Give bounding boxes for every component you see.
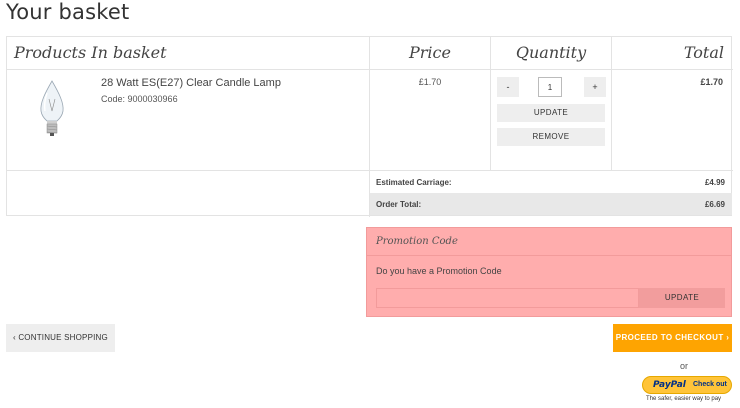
header-total: Total	[683, 43, 724, 62]
header-products: Products In basket	[14, 43, 167, 62]
remove-item-button[interactable]: REMOVE	[497, 128, 605, 146]
page-title: Your basket	[6, 0, 130, 24]
paypal-checkout-button[interactable]: PayPal Check out	[642, 376, 732, 394]
qty-increase-button[interactable]: +	[584, 77, 606, 97]
divider	[367, 255, 731, 256]
product-code: Code: 9000030966	[101, 94, 178, 104]
basket-table: Products In basket Price Quantity Total …	[6, 36, 733, 217]
qty-decrease-button[interactable]: -	[497, 77, 519, 97]
candle-lamp-bulb-image[interactable]	[37, 79, 67, 137]
quantity-input[interactable]	[538, 77, 562, 97]
continue-shopping-button[interactable]: ‹ CONTINUE SHOPPING	[6, 324, 115, 352]
carriage-label: Estimated Carriage:	[376, 178, 452, 187]
product-name[interactable]: 28 Watt ES(E27) Clear Candle Lamp	[101, 77, 281, 89]
header-quantity: Quantity	[515, 43, 587, 62]
proceed-to-checkout-button[interactable]: PROCEED TO CHECKOUT ›	[613, 324, 732, 352]
estimated-carriage-row: Estimated Carriage: £4.99	[370, 171, 732, 193]
paypal-tagline: The safer, easier way to pay	[646, 396, 722, 402]
paypal-cta: Check out	[693, 381, 727, 388]
product-price: £1.70	[418, 77, 442, 87]
divider	[611, 37, 612, 170]
update-quantity-button[interactable]: UPDATE	[497, 104, 605, 122]
paypal-logo-text: PayPal	[653, 380, 686, 390]
header-price: Price	[409, 43, 451, 62]
promo-update-button[interactable]: UPDATE	[639, 288, 725, 308]
promo-code-input[interactable]	[376, 288, 639, 308]
order-total-row: Order Total: £6.69	[370, 193, 732, 215]
carriage-value: £4.99	[704, 178, 725, 187]
divider	[7, 69, 733, 70]
promotion-code-panel: Promotion Code Do you have a Promotion C…	[366, 227, 732, 317]
paypal-logo: PayPal	[653, 380, 686, 390]
promo-question: Do you have a Promotion Code	[376, 266, 502, 276]
promo-title: Promotion Code	[376, 236, 458, 247]
order-total-value: £6.69	[704, 200, 725, 209]
or-separator: or	[680, 361, 689, 371]
order-total-label: Order Total:	[376, 200, 422, 209]
product-total: £1.70	[700, 77, 723, 87]
